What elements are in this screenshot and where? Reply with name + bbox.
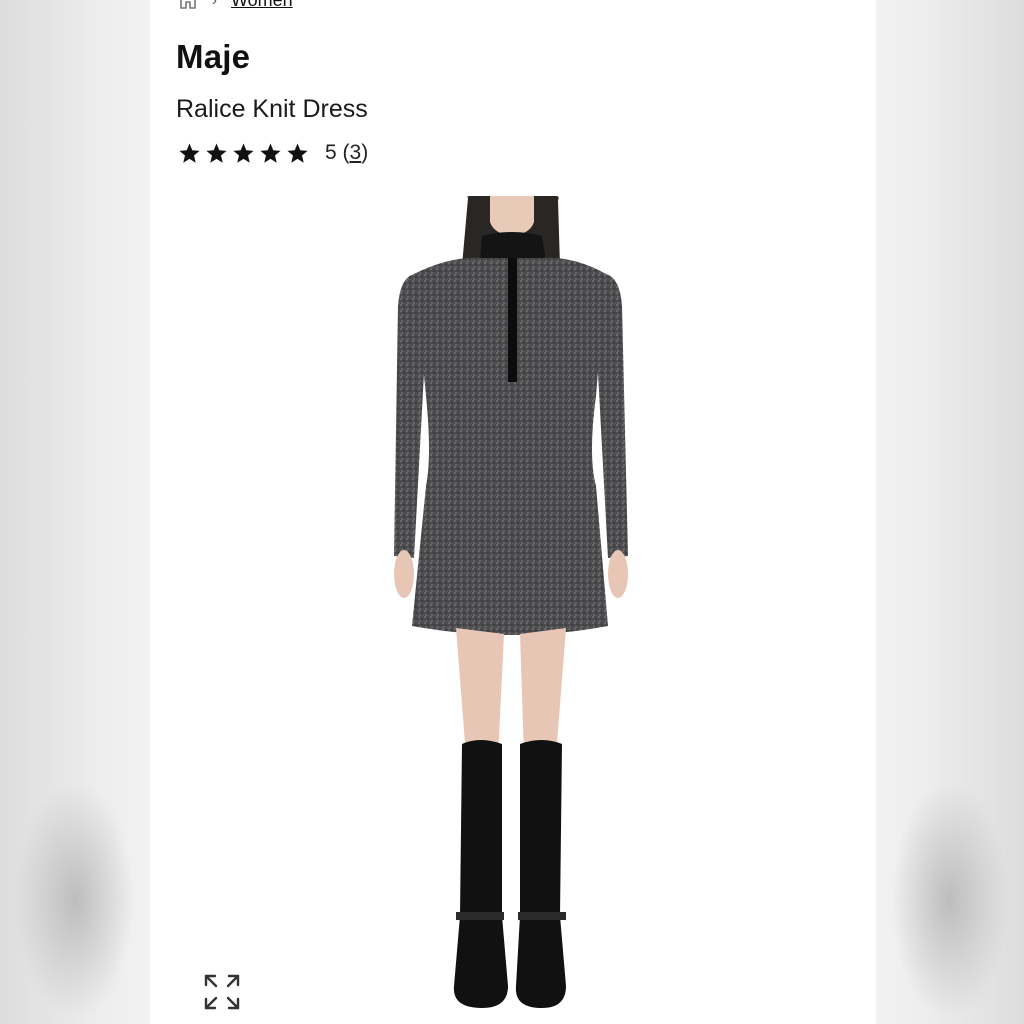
star-rating — [178, 142, 309, 165]
backdrop-right — [876, 0, 1024, 1024]
backdrop-left — [0, 0, 150, 1024]
breadcrumb-separator: › — [212, 0, 217, 9]
home-icon[interactable] — [178, 0, 198, 9]
star-icon — [287, 142, 308, 163]
star-icon — [233, 142, 254, 163]
breadcrumb-link-women[interactable]: Women — [231, 0, 293, 11]
brand-name[interactable]: Maje — [176, 38, 250, 76]
expand-icon[interactable] — [202, 972, 242, 1012]
review-count-link[interactable]: 3 — [350, 141, 362, 164]
rating-summary: 5 (3) — [325, 141, 369, 164]
breadcrumb: › Women — [178, 0, 293, 10]
product-rating[interactable]: 5 (3) — [178, 141, 368, 165]
product-panel: › Women Maje Ralice Knit Dress 5 (3) — [150, 0, 876, 1024]
rating-value: 5 — [325, 141, 337, 164]
product-image[interactable] — [370, 196, 650, 1024]
star-icon — [179, 142, 200, 163]
star-icon — [260, 142, 281, 163]
product-title: Ralice Knit Dress — [176, 95, 368, 123]
star-icon — [206, 142, 227, 163]
